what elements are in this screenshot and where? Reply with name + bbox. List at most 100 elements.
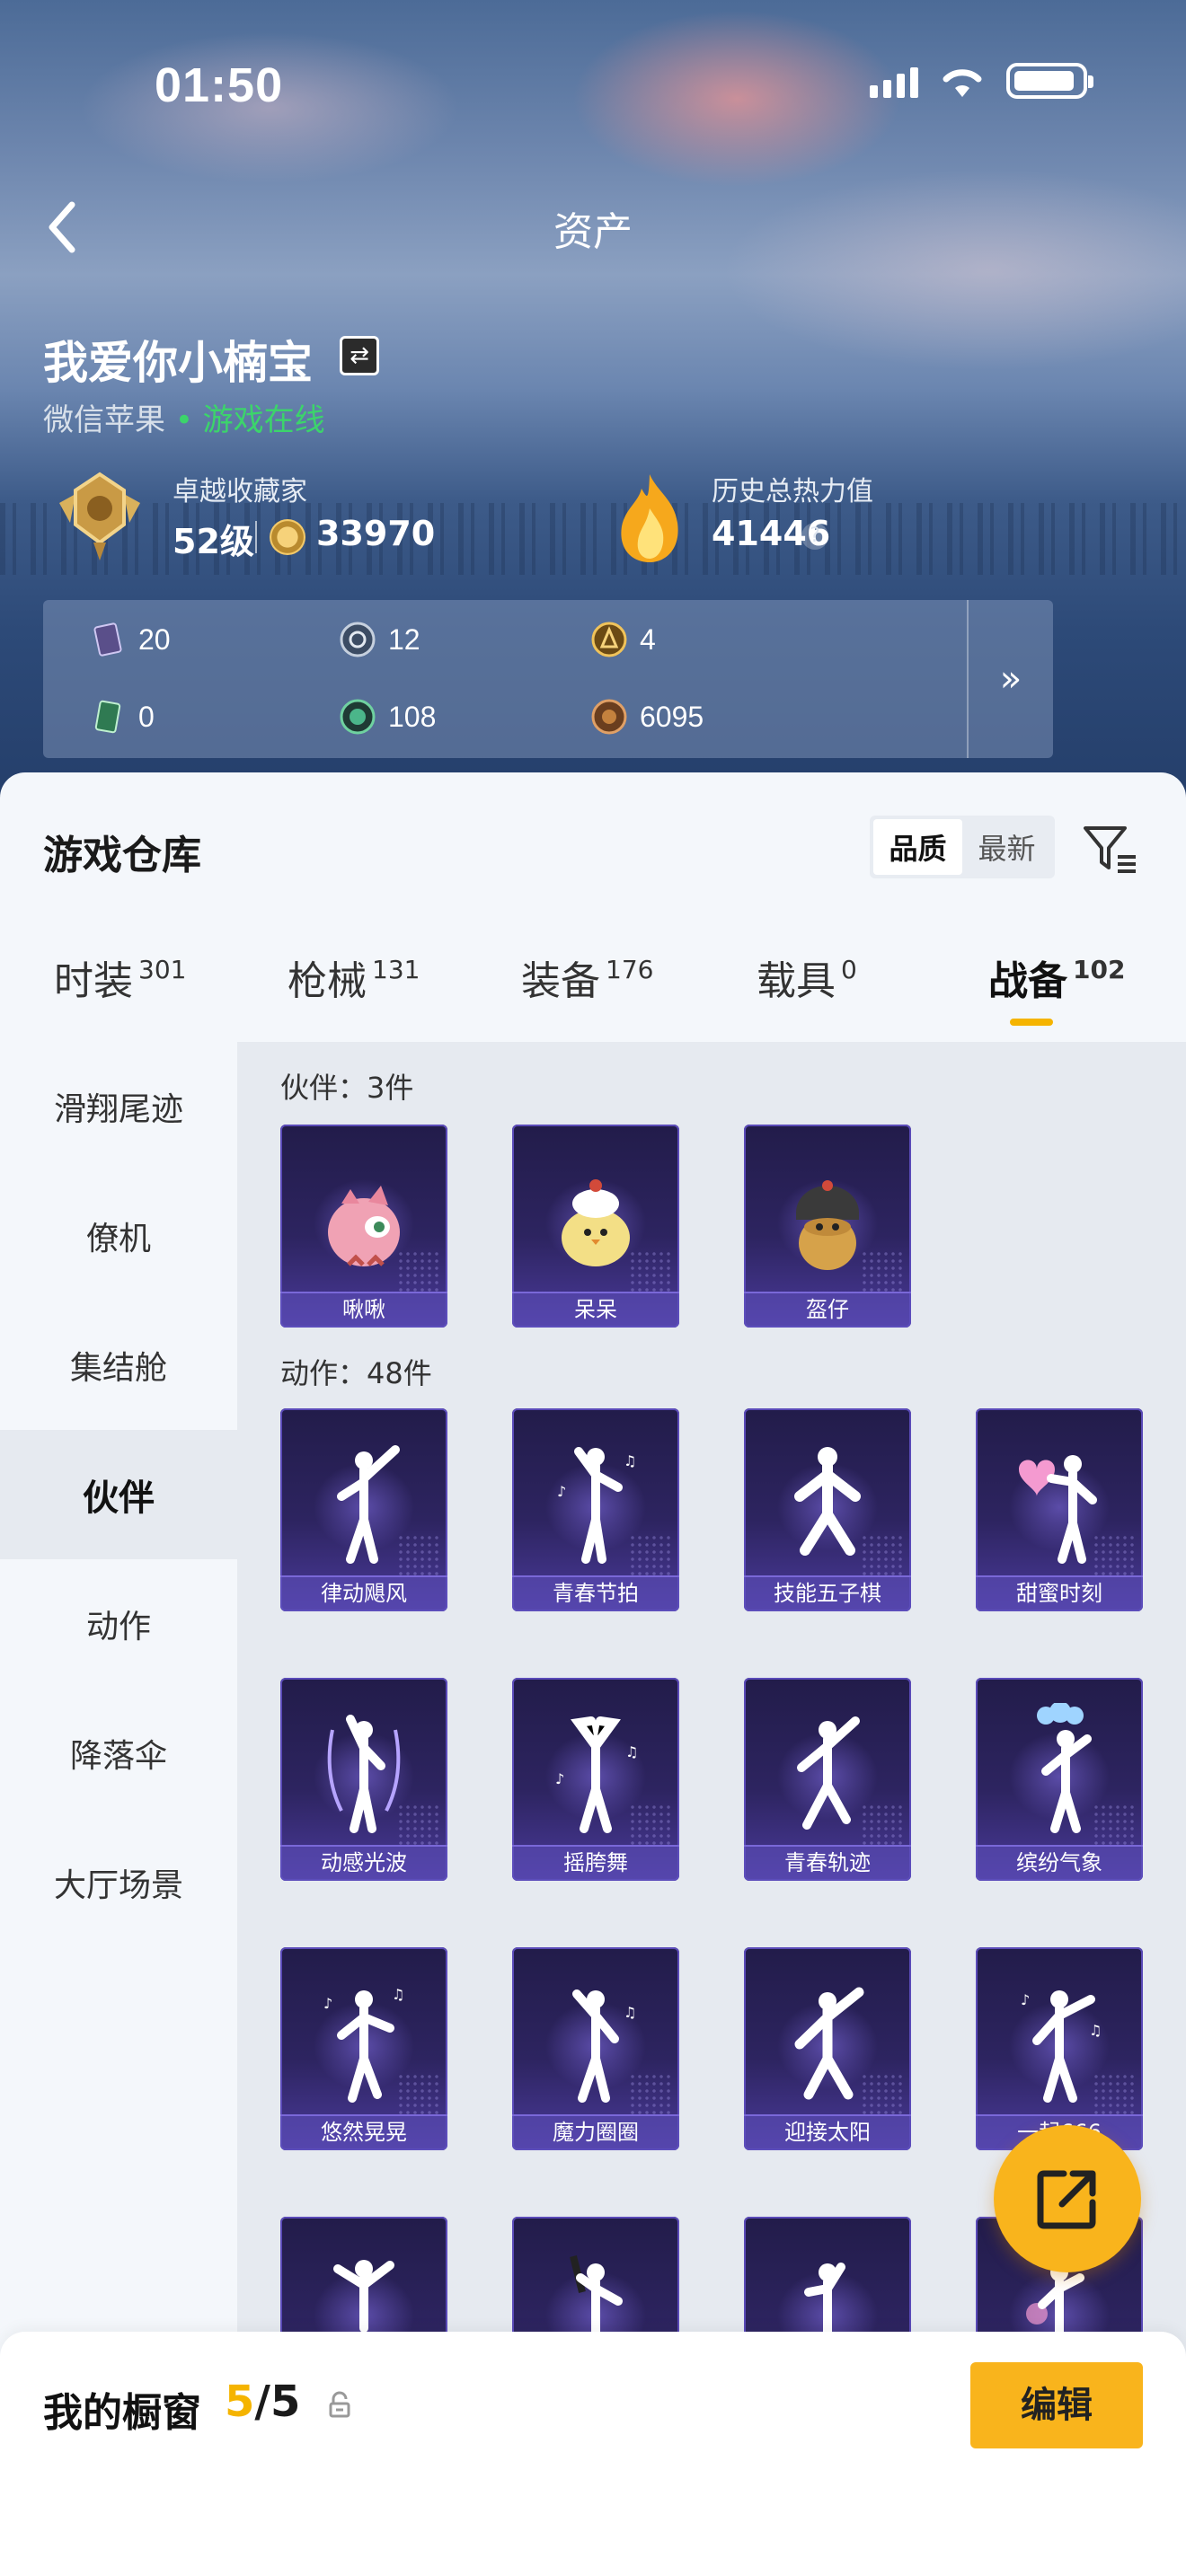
item-label: 青春节拍 xyxy=(512,1575,679,1611)
active-tab-indicator xyxy=(1010,1019,1053,1026)
sort-quality-button[interactable]: 品质 xyxy=(873,819,962,875)
dancer-figure-icon: ♫ xyxy=(572,1989,636,2103)
item-label: 摇胯舞 xyxy=(512,1845,679,1881)
battery-icon xyxy=(1006,63,1093,99)
platform-line: 微信苹果 • 游戏在线 xyxy=(43,395,325,439)
lock-icon xyxy=(329,2391,350,2418)
sidebar-item-parachute[interactable]: 降落伞 xyxy=(0,1689,237,1818)
actions-section-label: 动作：48件 xyxy=(280,1356,432,1390)
status-icons xyxy=(870,63,1093,99)
item-card[interactable]: 律动飓风 xyxy=(280,1408,447,1611)
dancer-figure-icon xyxy=(794,1447,861,1556)
filter-icon[interactable] xyxy=(1078,817,1141,880)
status-time: 01:50 xyxy=(155,58,284,112)
sidebar-item-glide-trail[interactable]: 滑翔尾迹 xyxy=(0,1042,237,1171)
dancer-figure-icon xyxy=(327,1715,401,1833)
card-green-icon xyxy=(94,700,121,734)
item-card[interactable]: 缤纷气象 xyxy=(976,1678,1143,1881)
partners-section-label: 伙伴：3件 xyxy=(280,1071,414,1105)
category-tabs: 时装 301 枪械 131 装备 176 载具 0 战备 102 xyxy=(0,948,1186,1020)
sidebar-item-lobby[interactable]: 大厅场景 xyxy=(0,1818,237,1947)
dancer-figure-icon xyxy=(794,1987,864,2100)
stat-value: 108 xyxy=(388,700,437,733)
item-card[interactable]: ♪♫ 一起666 xyxy=(976,1947,1143,2150)
tab-guns[interactable]: 枪械 131 xyxy=(288,948,420,1006)
signal-icon xyxy=(870,64,918,98)
expand-stats-icon[interactable]: » xyxy=(967,600,1053,758)
sort-newest-button[interactable]: 最新 xyxy=(962,819,1051,875)
showcase-label: 我的橱窗 xyxy=(43,2390,201,2436)
stat-item: 108 xyxy=(340,699,436,735)
item-card[interactable]: 盔仔 xyxy=(744,1125,911,1328)
tab-count: 131 xyxy=(372,955,420,984)
item-card[interactable]: 动感光波 xyxy=(280,1678,447,1881)
tab-equipment[interactable]: 装备 176 xyxy=(521,948,653,1006)
tab-vehicles[interactable]: 载具 0 xyxy=(757,948,857,1006)
item-label: 律动飓风 xyxy=(280,1575,447,1611)
svg-text:♪: ♪ xyxy=(555,1770,564,1787)
username: 我爱你小楠宝 xyxy=(43,337,313,389)
item-card[interactable]: 技能五子棋 xyxy=(744,1408,911,1611)
share-button[interactable] xyxy=(994,2125,1141,2272)
sort-toggle: 品质 最新 xyxy=(870,816,1055,878)
item-card[interactable]: ♪ ♫ 青春节拍 xyxy=(512,1408,679,1611)
item-card[interactable]: 呆呆 xyxy=(512,1125,679,1328)
item-card[interactable]: 青春轨迹 xyxy=(744,1678,911,1881)
stat-value: 0 xyxy=(138,700,155,733)
item-card[interactable]: ♪ ♫ 悠然晃晃 xyxy=(280,1947,447,2150)
item-label: 迎接太阳 xyxy=(744,2114,911,2150)
showcase-total: /5 xyxy=(254,2377,301,2427)
item-card[interactable]: ♪ ♫ 摇胯舞 xyxy=(512,1678,679,1881)
collector-medal-icon xyxy=(59,472,140,560)
sidebar-item-emote[interactable]: 动作 xyxy=(0,1559,237,1689)
stat-item: 0 xyxy=(90,699,155,735)
helmet-chick-icon xyxy=(796,1180,859,1270)
share-icon xyxy=(1037,2170,1096,2229)
collector-score: 33970 xyxy=(316,514,436,553)
item-card[interactable]: ♫ 魔力圈圈 xyxy=(512,1947,679,2150)
yellow-chick-icon xyxy=(562,1179,630,1266)
tab-label: 载具 xyxy=(757,958,836,1004)
tab-label: 时装 xyxy=(54,958,133,1004)
collector-level: 52级 xyxy=(173,522,254,561)
help-icon[interactable]: ? xyxy=(801,523,828,550)
collector-title: 卓越收藏家 xyxy=(173,476,307,507)
svg-text:♪: ♪ xyxy=(557,1483,566,1500)
svg-text:♫: ♫ xyxy=(392,1986,404,2003)
stat-item: 20 xyxy=(90,622,171,657)
item-label: 盔仔 xyxy=(744,1292,911,1328)
sidebar-item-pod[interactable]: 集结舱 xyxy=(0,1301,237,1430)
switch-account-icon[interactable]: ⇄ xyxy=(340,336,379,375)
dancer-figure-icon xyxy=(1037,1703,1092,1833)
item-card[interactable]: 迎接太阳 xyxy=(744,1947,911,2150)
tab-label: 战备 xyxy=(988,958,1067,1004)
coin-silver-icon xyxy=(340,622,376,657)
edit-button[interactable]: 编辑 xyxy=(970,2362,1143,2448)
showcase-current: 5 xyxy=(225,2377,255,2427)
flame-icon xyxy=(621,474,678,562)
currency-panel: 20 12 4 0 108 6095 » xyxy=(43,600,1053,758)
tab-count: 176 xyxy=(606,955,654,984)
svg-text:♫: ♫ xyxy=(1089,2022,1102,2039)
warehouse-card: 游戏仓库 品质 最新 时装 301 枪械 131 装备 176 载具 0 战备 102 滑… xyxy=(0,772,1186,2576)
dancer-figure-icon: ♪♫ xyxy=(555,1716,638,1833)
sidebar-item-wingman[interactable]: 僚机 xyxy=(0,1171,237,1301)
tab-fashion[interactable]: 时装 301 xyxy=(54,948,186,1006)
item-card[interactable]: 啾啾 xyxy=(280,1125,447,1328)
platform: 微信苹果 xyxy=(43,402,165,438)
item-label: 呆呆 xyxy=(512,1292,679,1328)
sidebar-item-partner[interactable]: 伙伴 xyxy=(0,1430,237,1559)
stat-item: 4 xyxy=(591,622,656,657)
stat-value: 20 xyxy=(138,622,171,656)
item-card[interactable]: 甜蜜时刻 xyxy=(976,1408,1143,1611)
item-label: 甜蜜时刻 xyxy=(976,1575,1143,1611)
item-label: 缤纷气象 xyxy=(976,1845,1143,1881)
item-label: 悠然晃晃 xyxy=(280,2114,447,2150)
online-status: • 游戏在线 xyxy=(174,402,325,438)
heat-title: 历史总热力值 xyxy=(712,476,873,507)
stat-item: 6095 xyxy=(591,699,704,735)
tab-combat-gear[interactable]: 战备 102 xyxy=(988,948,1125,1006)
item-label: 技能五子棋 xyxy=(744,1575,911,1611)
dancer-figure-icon: ♪♫ xyxy=(1021,1990,1102,2103)
coin-gold-icon xyxy=(591,622,627,657)
